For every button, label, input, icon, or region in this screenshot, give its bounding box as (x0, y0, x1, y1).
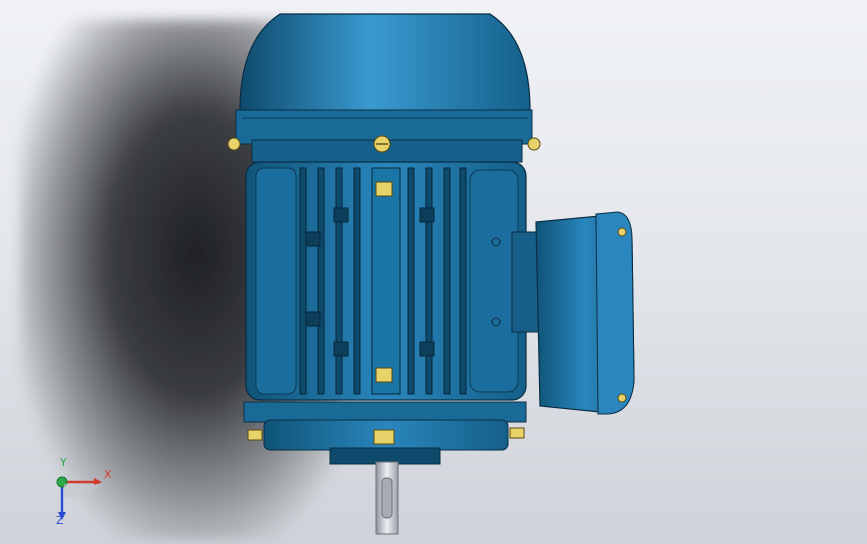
z-axis-label: Z (56, 514, 64, 527)
y-axis-label: Y (60, 456, 67, 469)
graphics-viewport[interactable]: X Y Z (0, 0, 867, 544)
motor-shaft (375, 461, 399, 535)
motor-base (243, 401, 527, 465)
x-axis-label: X (104, 468, 112, 481)
coordinate-triad: X Y Z (40, 456, 120, 532)
motor-model[interactable] (0, 0, 867, 544)
